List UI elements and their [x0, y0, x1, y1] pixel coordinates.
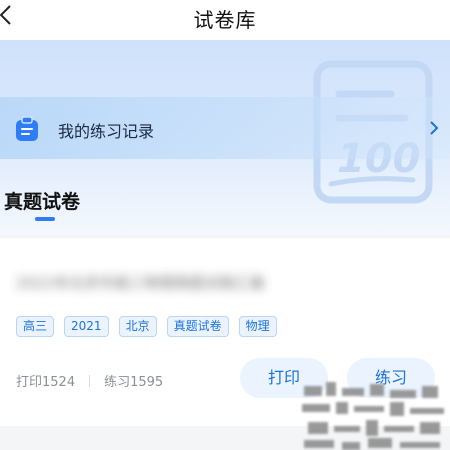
top-nav-bar: 试卷库: [0, 0, 450, 40]
practice-record-entry[interactable]: 我的练习记录: [0, 97, 450, 159]
tag-type: 真题试卷: [166, 316, 229, 337]
stats-divider: [89, 374, 91, 387]
paper-title: 2021年北京市高三物理真题试卷汇编: [16, 274, 265, 292]
print-count: 打印1524: [16, 375, 76, 390]
section-title: 真题试卷: [4, 191, 81, 213]
tag-year: 2021: [64, 316, 109, 337]
tag-grade: 高三: [16, 316, 55, 337]
practice-count: 练习1595: [104, 375, 164, 390]
page-title: 试卷库: [193, 8, 257, 32]
chevron-right-icon: [430, 121, 439, 135]
watermark-icon: [302, 382, 444, 450]
tag-subject: 物理: [238, 316, 277, 337]
tag-region: 北京: [118, 316, 157, 337]
clipboard-icon: [16, 116, 38, 141]
paper-stats: 打印1524 练习1595: [16, 371, 163, 390]
section-tab-indicator: [35, 217, 55, 221]
paper-library-page: 试卷库 100 我的练习记录 真题试卷 2021年北京市高三物理真题试卷汇编 高…: [0, 0, 450, 450]
hero-banner: 100 我的练习记录 真题试卷: [0, 40, 450, 235]
practice-record-label: 我的练习记录: [58, 122, 155, 141]
tag-list: 高三 2021 北京 真题试卷 物理: [16, 316, 277, 337]
